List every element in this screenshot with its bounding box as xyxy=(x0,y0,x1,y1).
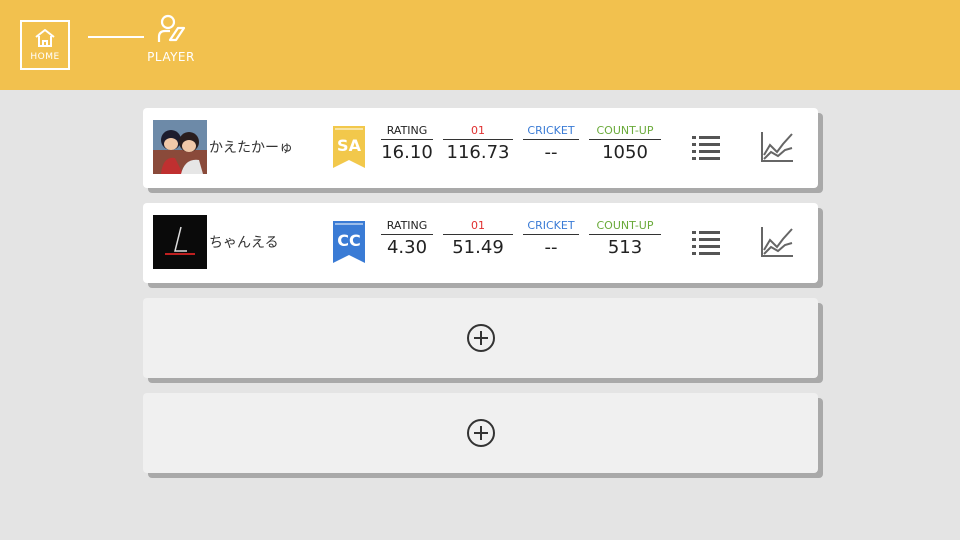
list-button[interactable] xyxy=(691,134,721,162)
stat-label-cricket: CRICKET xyxy=(523,219,579,235)
stat-label-countup: COUNT-UP xyxy=(589,219,661,235)
add-player-slot[interactable] xyxy=(143,298,818,378)
stat-rating: RATING 4.30 xyxy=(381,219,433,269)
plus-circle-icon xyxy=(466,324,495,352)
stat-value-01: 116.73 xyxy=(446,142,510,163)
stat-label-01: 01 xyxy=(443,219,513,235)
chart-icon xyxy=(761,227,793,257)
stat-value-rating: 4.30 xyxy=(386,237,428,258)
chart-button[interactable] xyxy=(759,225,795,259)
rank-badge: CC xyxy=(333,221,365,263)
stat-value-01: 51.49 xyxy=(452,237,504,258)
breadcrumb-divider xyxy=(88,36,144,38)
rank-badge: SA xyxy=(333,126,365,168)
page-title: PLAYER xyxy=(147,50,195,64)
stat-value-rating: 16.10 xyxy=(381,142,433,163)
header-bar: HOME PLAYER xyxy=(0,0,960,90)
chart-button[interactable] xyxy=(759,130,795,164)
player-name: ちゃんえる xyxy=(209,235,279,251)
stat-value-cricket: -- xyxy=(544,237,558,258)
stat-cricket: CRICKET -- xyxy=(523,219,579,269)
stat-label-rating: RATING xyxy=(381,124,433,140)
player-card[interactable]: かえたかーゅ SA RATING 16.10 01 116.73 CRICKET… xyxy=(143,108,818,188)
home-icon xyxy=(35,29,55,47)
list-icon xyxy=(692,136,720,160)
breadcrumb-player: PLAYER xyxy=(143,14,199,70)
stat-label-01: 01 xyxy=(443,124,513,140)
avatar xyxy=(153,120,207,174)
stat-countup: COUNT-UP 513 xyxy=(589,219,661,269)
list-button[interactable] xyxy=(691,229,721,257)
stat-label-cricket: CRICKET xyxy=(523,124,579,140)
stat-countup: COUNT-UP 1050 xyxy=(589,124,661,174)
rank-text: SA xyxy=(337,136,361,155)
rank-text: CC xyxy=(337,231,361,250)
player-card[interactable]: ちゃんえる CC RATING 4.30 01 51.49 CRICKET --… xyxy=(143,203,818,283)
stat-value-cricket: -- xyxy=(544,142,558,163)
stat-01: 01 116.73 xyxy=(443,124,513,174)
stat-value-countup: 513 xyxy=(607,237,643,258)
stat-rating: RATING 16.10 xyxy=(381,124,433,174)
home-button[interactable]: HOME xyxy=(20,20,70,70)
stat-label-countup: COUNT-UP xyxy=(589,124,661,140)
stat-label-rating: RATING xyxy=(381,219,433,235)
home-label: HOME xyxy=(30,52,60,62)
stat-01: 01 51.49 xyxy=(443,219,513,269)
list-icon xyxy=(692,231,720,255)
avatar xyxy=(153,215,207,269)
player-name: かえたかーゅ xyxy=(209,140,293,156)
stat-value-countup: 1050 xyxy=(602,142,648,163)
add-player-slot[interactable] xyxy=(143,393,818,473)
player-icon xyxy=(157,14,186,42)
chart-icon xyxy=(761,132,793,162)
plus-circle-icon xyxy=(466,419,495,447)
stat-cricket: CRICKET -- xyxy=(523,124,579,174)
